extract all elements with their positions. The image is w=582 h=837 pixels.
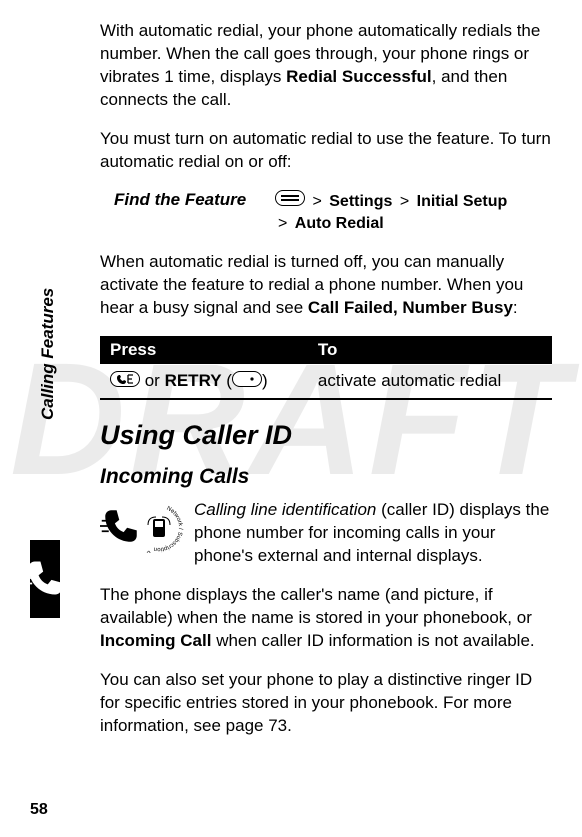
softkey-retry: RETRY: [165, 371, 222, 390]
right-softkey-icon: [232, 371, 262, 392]
page-number: 58: [30, 801, 48, 819]
text: ): [262, 371, 268, 390]
cell-to: activate automatic redial: [308, 365, 552, 398]
feature-icon-group: Network / Subscription Dependent Feature: [100, 503, 184, 551]
text: when caller ID information is not availa…: [211, 631, 534, 650]
press-to-table: Press To or RETRY ( ) activat: [100, 336, 552, 400]
heading-incoming-calls: Incoming Calls: [100, 465, 552, 489]
paragraph-redial-intro: With automatic redial, your phone automa…: [100, 20, 552, 112]
caller-id-block: Network / Subscription Dependent Feature…: [100, 499, 552, 669]
nav-separator: >: [400, 193, 409, 210]
text: The phone displays the caller's name (an…: [100, 585, 532, 627]
col-header-to: To: [308, 336, 552, 364]
term-calling-line-id: Calling line identification: [194, 500, 376, 519]
ui-text-call-failed: Call Failed, Number Busy: [308, 298, 513, 317]
menu-key-icon: [275, 190, 305, 213]
nav-separator: >: [278, 215, 287, 232]
network-subscription-badge-icon: Network / Subscription Dependent Feature: [134, 503, 184, 558]
find-feature-label: Find the Feature: [100, 190, 275, 236]
table-header: Press To: [100, 336, 552, 364]
cell-press: or RETRY ( ): [100, 365, 308, 398]
paragraph-ringer-id: You can also set your phone to play a di…: [100, 669, 552, 738]
side-section-label: Calling Features: [38, 288, 58, 420]
phone-handset-icon: [23, 556, 67, 600]
col-header-press: Press: [100, 336, 308, 364]
page-content: Calling Features With automatic redial, …: [0, 0, 582, 837]
paragraph-manual-activate: When automatic redial is turned off, you…: [100, 251, 552, 320]
text: (: [222, 371, 232, 390]
table-row: or RETRY ( ) activate automatic redial: [100, 364, 552, 398]
nav-item-settings: Settings: [329, 193, 392, 210]
text-or: or: [140, 371, 165, 390]
find-feature-row: Find the Feature > Settings > Initial Se…: [100, 190, 552, 236]
heading-using-caller-id: Using Caller ID: [100, 420, 552, 451]
ui-text-redial-successful: Redial Successful: [286, 67, 432, 86]
paragraph-must-turn-on: You must turn on automatic redial to use…: [100, 128, 552, 174]
nav-separator: >: [312, 193, 321, 210]
nav-item-auto-redial: Auto Redial: [295, 215, 384, 232]
send-key-icon: [110, 371, 140, 392]
text: :: [513, 298, 518, 317]
find-feature-path: > Settings > Initial Setup > Auto Redial: [275, 190, 552, 236]
nav-item-initial-setup: Initial Setup: [417, 193, 508, 210]
paragraph-caller-id-2: The phone displays the caller's name (an…: [100, 584, 552, 653]
ui-text-incoming-call: Incoming Call: [100, 631, 211, 650]
